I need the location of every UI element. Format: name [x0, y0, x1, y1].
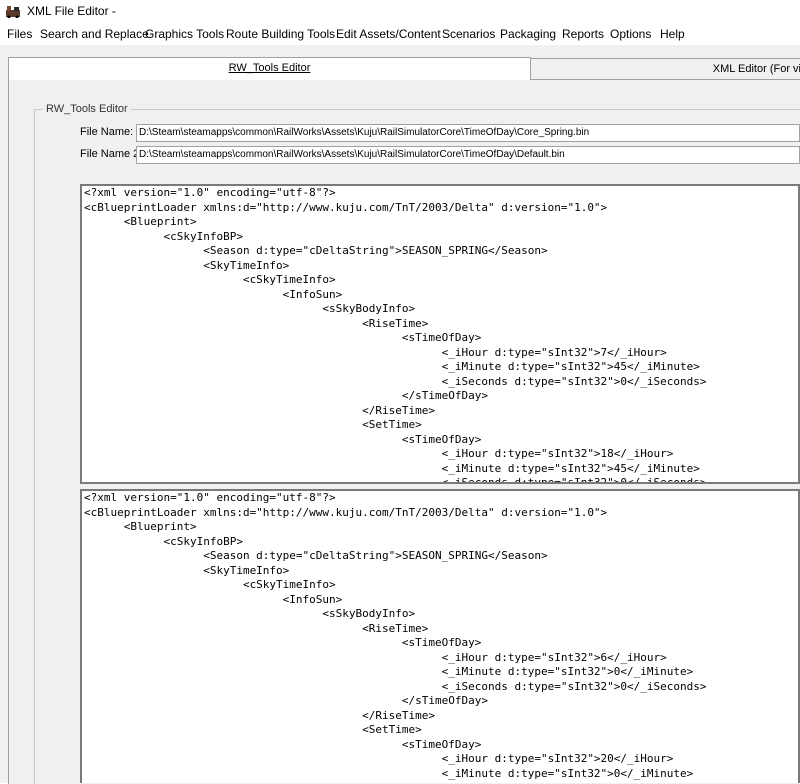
xml-line: <?xml version="1.0" encoding="utf-8"?>	[84, 491, 336, 504]
tab-xml-editor[interactable]: XML Editor (For vi	[530, 58, 800, 79]
menu-reports[interactable]: Reports	[562, 27, 604, 41]
xml-line: <_iMinute d:type="sInt32">45</_iMinute>	[84, 360, 700, 373]
xml-line: <cSkyInfoBP>	[84, 534, 243, 548]
file-name-2-label: File Name 2	[80, 148, 140, 160]
menu-edit-assets-content[interactable]: Edit Assets/Content	[336, 27, 441, 41]
xml-line: <sSkyBodyInfo>	[84, 302, 416, 315]
xml-line: <_iHour d:type="sInt32">7</_iHour>	[84, 345, 667, 359]
menu-route-building-tools[interactable]: Route Building Tools	[226, 27, 335, 41]
xml-line: </sTimeOfDay>	[84, 389, 488, 402]
xml-line: <Blueprint>	[84, 520, 197, 533]
menu-search-and-replace[interactable]: Search and Replace	[40, 27, 149, 41]
xml-line: <cSkyInfoBP>	[84, 229, 243, 243]
menu-graphics-tools[interactable]: Graphics Tools	[145, 27, 224, 41]
xml-line: <sTimeOfDay>	[84, 636, 482, 649]
xml-line: </RiseTime>	[84, 708, 435, 722]
file-name-2-field[interactable]: D:\Steam\steamapps\common\RailWorks\Asse…	[136, 146, 800, 164]
xml-line: <_iHour d:type="sInt32">6</_iHour>	[84, 650, 667, 664]
menu-help[interactable]: Help	[660, 27, 685, 41]
tab-xml-editor-label: XML Editor (For vi	[712, 63, 800, 75]
tab-strip: RW_Tools Editor XML Editor (For vi	[8, 57, 800, 80]
xml-line: <SkyTimeInfo>	[84, 258, 290, 272]
xml-editor-bottom[interactable]: <?xml version="1.0" encoding="utf-8"?> <c…	[80, 489, 800, 783]
xml-line: <cBlueprintLoader xmlns:d="http://www.ku…	[84, 505, 608, 519]
xml-editor-top[interactable]: <?xml version="1.0" encoding="utf-8"?> <c…	[80, 184, 800, 484]
menu-files[interactable]: Files	[7, 27, 32, 41]
xml-line: <cSkyTimeInfo>	[84, 578, 336, 591]
xml-line: <RiseTime>	[84, 316, 429, 330]
file-name-field[interactable]: D:\Steam\steamapps\common\RailWorks\Asse…	[136, 124, 800, 142]
xml-line: <Blueprint>	[84, 215, 197, 228]
xml-line: <RiseTime>	[84, 621, 429, 635]
xml-line: <InfoSun>	[84, 287, 343, 301]
xml-line: </sTimeOfDay>	[84, 694, 488, 707]
xml-line: <_iMinute d:type="sInt32">0</_iMinute>	[84, 665, 694, 678]
xml-line: <SetTime>	[84, 723, 422, 736]
xml-line: <?xml version="1.0" encoding="utf-8"?>	[84, 186, 336, 199]
xml-line: <Season d:type="cDeltaString">SEASON_SPR…	[84, 549, 548, 562]
xml-line: <SkyTimeInfo>	[84, 563, 290, 577]
xml-line: <_iSeconds d:type="sInt32">0</_iSeconds>	[84, 476, 707, 484]
xml-line: <SetTime>	[84, 418, 422, 431]
xml-line: <sTimeOfDay>	[84, 432, 482, 446]
xml-line: <_iSeconds d:type="sInt32">0</_iSeconds>	[84, 679, 707, 693]
xml-line: <_iMinute d:type="sInt32">0</_iMinute>	[84, 766, 694, 780]
file-name-label: File Name:	[80, 126, 134, 138]
menu-scenarios[interactable]: Scenarios	[442, 27, 495, 41]
tab-rw-tools-editor-label: RW_Tools Editor	[228, 62, 311, 74]
title-bar: XML File Editor -	[0, 0, 800, 22]
xml-line: <_iMinute d:type="sInt32">45</_iMinute>	[84, 461, 700, 475]
app-icon	[6, 6, 20, 18]
xml-line: <cBlueprintLoader xmlns:d="http://www.ku…	[84, 200, 608, 214]
xml-line: </RiseTime>	[84, 403, 435, 417]
tab-rw-tools-editor[interactable]: RW_Tools Editor	[8, 57, 531, 80]
window-title: XML File Editor -	[27, 4, 116, 18]
xml-line: <sTimeOfDay>	[84, 737, 482, 751]
group-label: RW_Tools Editor	[43, 103, 131, 115]
xml-line: <cSkyTimeInfo>	[84, 273, 336, 286]
xml-line: <sTimeOfDay>	[84, 331, 482, 344]
menu-options[interactable]: Options	[610, 27, 651, 41]
xml-line: <Season d:type="cDeltaString">SEASON_SPR…	[84, 244, 548, 257]
xml-line: <sSkyBodyInfo>	[84, 607, 416, 620]
menu-bar: Files Search and Replace Graphics Tools …	[0, 23, 800, 45]
menu-packaging[interactable]: Packaging	[500, 27, 556, 41]
xml-line: <_iHour d:type="sInt32">20</_iHour>	[84, 752, 674, 765]
xml-line: <_iSeconds d:type="sInt32">0</_iSeconds>	[84, 374, 707, 388]
xml-line: <_iHour d:type="sInt32">18</_iHour>	[84, 447, 674, 460]
xml-line: <InfoSun>	[84, 592, 343, 606]
